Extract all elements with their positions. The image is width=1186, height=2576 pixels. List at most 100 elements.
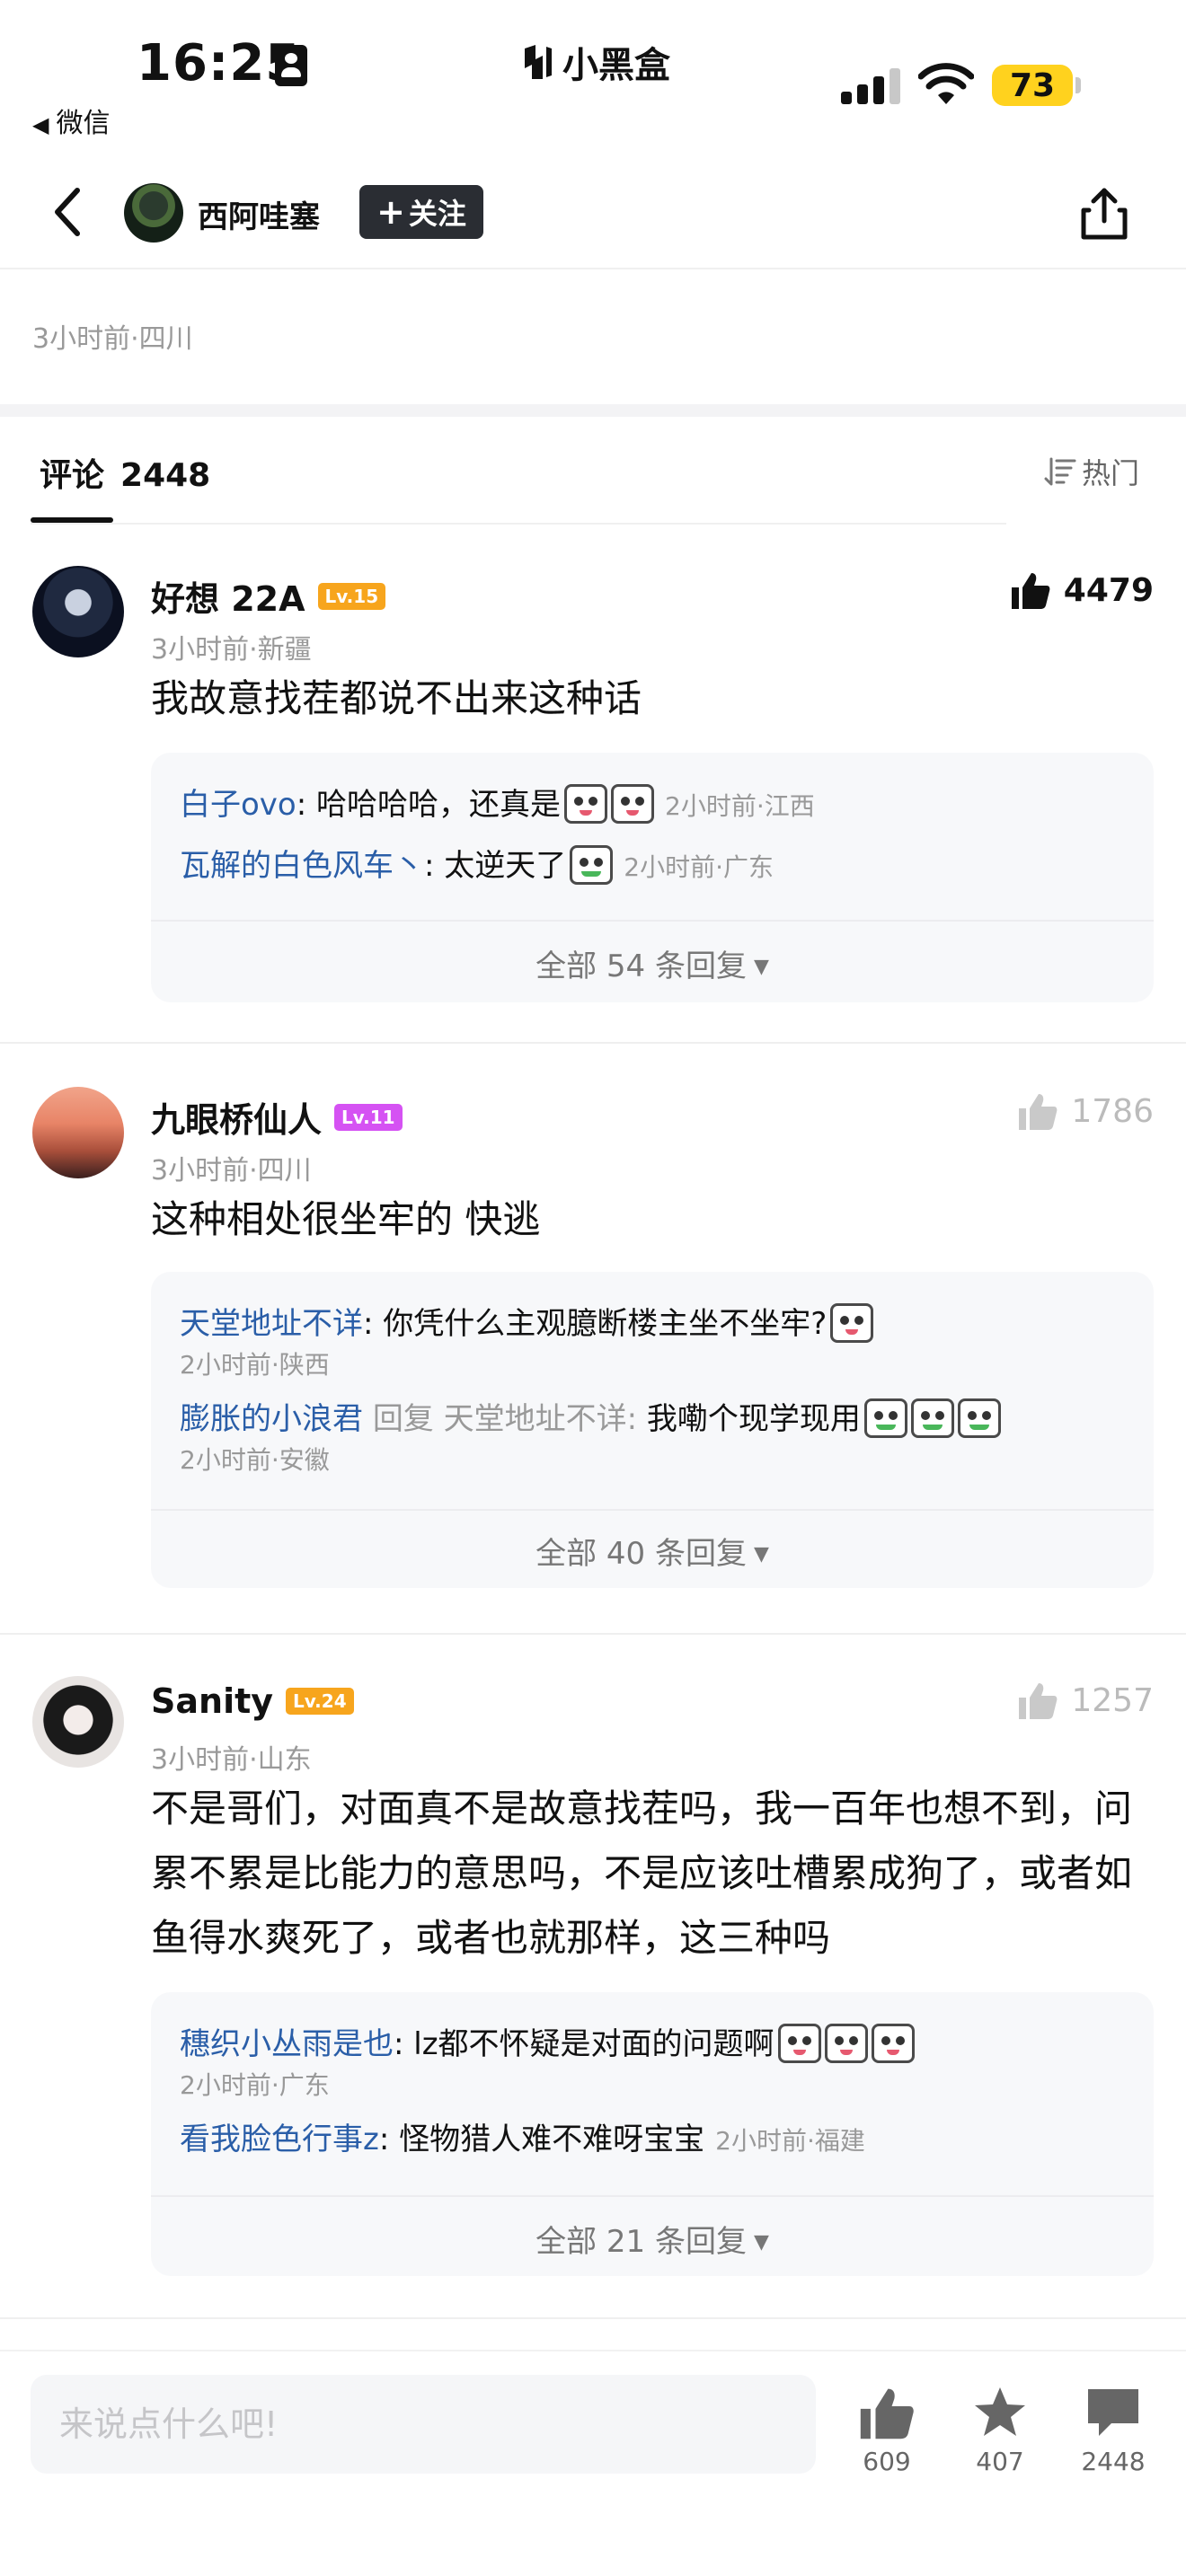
status-bar: 16:25 ◀ 微信 小黑盒 73 <box>0 0 1186 153</box>
reply-colon: : <box>296 787 316 823</box>
post-like-button[interactable]: 609 <box>837 2384 936 2476</box>
level-badge: Lv.24 <box>286 1688 354 1715</box>
reply-user[interactable]: 看我脸色行事z <box>180 2122 379 2157</box>
post-like-count: 609 <box>863 2447 911 2476</box>
share-icon[interactable] <box>1078 185 1130 243</box>
app-name: 小黑盒 <box>562 45 670 86</box>
level-badge: Lv.15 <box>317 582 386 610</box>
comment-user[interactable]: Sanity Lv.24 <box>151 1681 354 1721</box>
back-to-app-link[interactable]: ◀ 微信 <box>32 101 110 140</box>
reply-text: 太逆天了 <box>444 848 567 884</box>
reply-item[interactable]: 穗织小丛雨是也: lz都不怀疑是对面的问题啊 2小时前·广东 <box>180 2019 915 2100</box>
reply-meta: 2小时前·陕西 <box>180 1350 330 1380</box>
back-triangle-icon: ◀ <box>32 112 49 137</box>
follow-button[interactable]: + 关注 <box>359 185 483 239</box>
comment-separator <box>0 1042 1186 1044</box>
comment-separator <box>0 2317 1186 2319</box>
comment-input[interactable] <box>31 2375 816 2474</box>
author-avatar[interactable] <box>124 183 183 243</box>
comment-item: 好想 22A Lv.15 3小时前·新疆 我故意找茬都说不出来这种话 4479 … <box>0 566 1186 1042</box>
comment-separator <box>0 1633 1186 1635</box>
comment-user[interactable]: 九眼桥仙人 Lv.11 <box>151 1092 403 1142</box>
avatar[interactable] <box>32 1676 124 1768</box>
comment-text: 这种相处很坐牢的 快逃 <box>151 1197 541 1241</box>
reply-item[interactable]: 膨胀的小浪君 回复 天堂地址不详: 我嘞个现学现用 2小时前·安徽 <box>180 1394 1001 1475</box>
like-button[interactable]: 4479 <box>1010 569 1154 611</box>
reply-user[interactable]: 白子ovo <box>180 787 296 823</box>
favorite-button[interactable]: 407 <box>951 2384 1049 2476</box>
reply-to-user[interactable]: 天堂地址不详 <box>444 1401 627 1437</box>
sticker-emoji-icon <box>564 783 607 824</box>
reply-meta: 2小时前·江西 <box>665 791 815 821</box>
plus-icon: + <box>376 192 405 232</box>
reply-meta: 2小时前·广东 <box>624 852 774 882</box>
avatar[interactable] <box>32 566 124 657</box>
xiaoheihe-logo-icon <box>525 45 552 79</box>
reply-item[interactable]: 白子ovo: 哈哈哈哈，还真是 2小时前·江西 <box>180 780 815 826</box>
comment-item: Sanity Lv.24 3小时前·山东 不是哥们，对面真不是故意找茬吗，我一百… <box>0 1676 1186 2305</box>
reply-colon: : <box>626 1401 647 1437</box>
reply-box-divider <box>151 1509 1154 1511</box>
back-arrow-icon[interactable] <box>49 183 88 241</box>
post-meta: 3小时前·四川 <box>32 323 193 355</box>
header-divider <box>31 523 1006 525</box>
reply-box-divider <box>151 2195 1154 2197</box>
comments-count: 2448 <box>120 457 211 494</box>
like-button[interactable]: 1257 <box>1017 1680 1154 1721</box>
comment-user[interactable]: 好想 22A Lv.15 <box>151 571 386 621</box>
reply-item[interactable]: 天堂地址不详: 你凭什么主观臆断楼主坐不坐牢? 2小时前·陕西 <box>180 1299 874 1380</box>
comment-text: 我故意找茬都说不出来这种话 <box>151 676 642 720</box>
reply-user[interactable]: 膨胀的小浪君 <box>180 1401 363 1437</box>
thumbs-up-icon <box>1019 1683 1058 1719</box>
sort-icon <box>1044 457 1076 486</box>
avatar[interactable] <box>32 1087 124 1178</box>
thumbs-up-icon <box>1011 573 1050 609</box>
sticker-emoji-icon <box>871 2023 915 2063</box>
reply-item[interactable]: 看我脸色行事z: 怪物猎人难不难呀宝宝 2小时前·福建 <box>180 2114 865 2158</box>
level-badge: Lv.11 <box>334 1103 403 1131</box>
comment-username: Sanity <box>151 1681 274 1721</box>
view-all-replies-button[interactable]: 全部 54 条回复 ▼ <box>151 941 1154 985</box>
like-count: 1786 <box>1071 1092 1154 1130</box>
sticker-emoji-icon <box>570 844 614 885</box>
sticker-emoji-icon <box>910 1398 954 1438</box>
reply-text: lz都不怀疑是对面的问题啊 <box>413 2026 774 2062</box>
reply-colon: : <box>424 848 445 884</box>
comment-username: 九眼桥仙人 <box>151 1100 323 1140</box>
reply-user[interactable]: 天堂地址不详 <box>180 1306 363 1342</box>
comment-button[interactable]: 2448 <box>1064 2384 1163 2476</box>
sticker-emoji-icon <box>824 2023 868 2063</box>
reply-colon: : <box>394 2026 414 2062</box>
tab-comments[interactable]: 评论 2448 <box>40 449 210 496</box>
comment-bubble-icon <box>1088 2389 1138 2436</box>
author-name[interactable]: 西阿哇塞 <box>198 192 320 236</box>
sticker-emoji-icon <box>611 783 654 824</box>
view-all-replies-button[interactable]: 全部 21 条回复 ▼ <box>151 2217 1154 2261</box>
bottom-action-bar: 609 407 2448 <box>0 2350 1186 2576</box>
cellular-signal-icon <box>841 68 900 104</box>
reply-text: 怪物猎人难不难呀宝宝 <box>399 2122 705 2157</box>
sticker-emoji-icon <box>957 1398 1001 1438</box>
view-all-replies-label: 全部 21 条回复 <box>535 2224 747 2260</box>
reply-box: 穗织小丛雨是也: lz都不怀疑是对面的问题啊 2小时前·广东 看我脸色行事z: … <box>151 1992 1154 2276</box>
reply-user[interactable]: 瓦解的白色风车丶 <box>180 848 424 884</box>
reply-item[interactable]: 瓦解的白色风车丶: 太逆天了 2小时前·广东 <box>180 841 774 887</box>
reply-text: 哈哈哈哈，还真是 <box>316 787 561 823</box>
sticker-emoji-icon <box>777 2023 821 2063</box>
reply-user[interactable]: 穗织小丛雨是也 <box>180 2026 394 2062</box>
reply-colon: : <box>363 1306 384 1342</box>
comments-tab-label: 评论 <box>40 457 105 494</box>
follow-label: 关注 <box>408 197 466 231</box>
reply-box: 白子ovo: 哈哈哈哈，还真是 2小时前·江西 瓦解的白色风车丶: 太逆天了 2小时… <box>151 753 1154 1002</box>
view-all-replies-button[interactable]: 全部 40 条回复 ▼ <box>151 1529 1154 1573</box>
like-button[interactable]: 1786 <box>1017 1090 1154 1132</box>
sort-toggle[interactable]: 热门 <box>1044 451 1139 492</box>
favorite-count: 407 <box>976 2447 1024 2476</box>
reply-meta: 2小时前·安徽 <box>180 1445 330 1475</box>
comment-username: 好想 22A <box>151 579 305 619</box>
comment-time: 3小时前·四川 <box>151 1155 312 1187</box>
wifi-icon <box>918 63 974 104</box>
sticker-emoji-icon <box>863 1398 907 1438</box>
reply-box-divider <box>151 920 1154 922</box>
reply-word: 回复 <box>372 1401 434 1437</box>
